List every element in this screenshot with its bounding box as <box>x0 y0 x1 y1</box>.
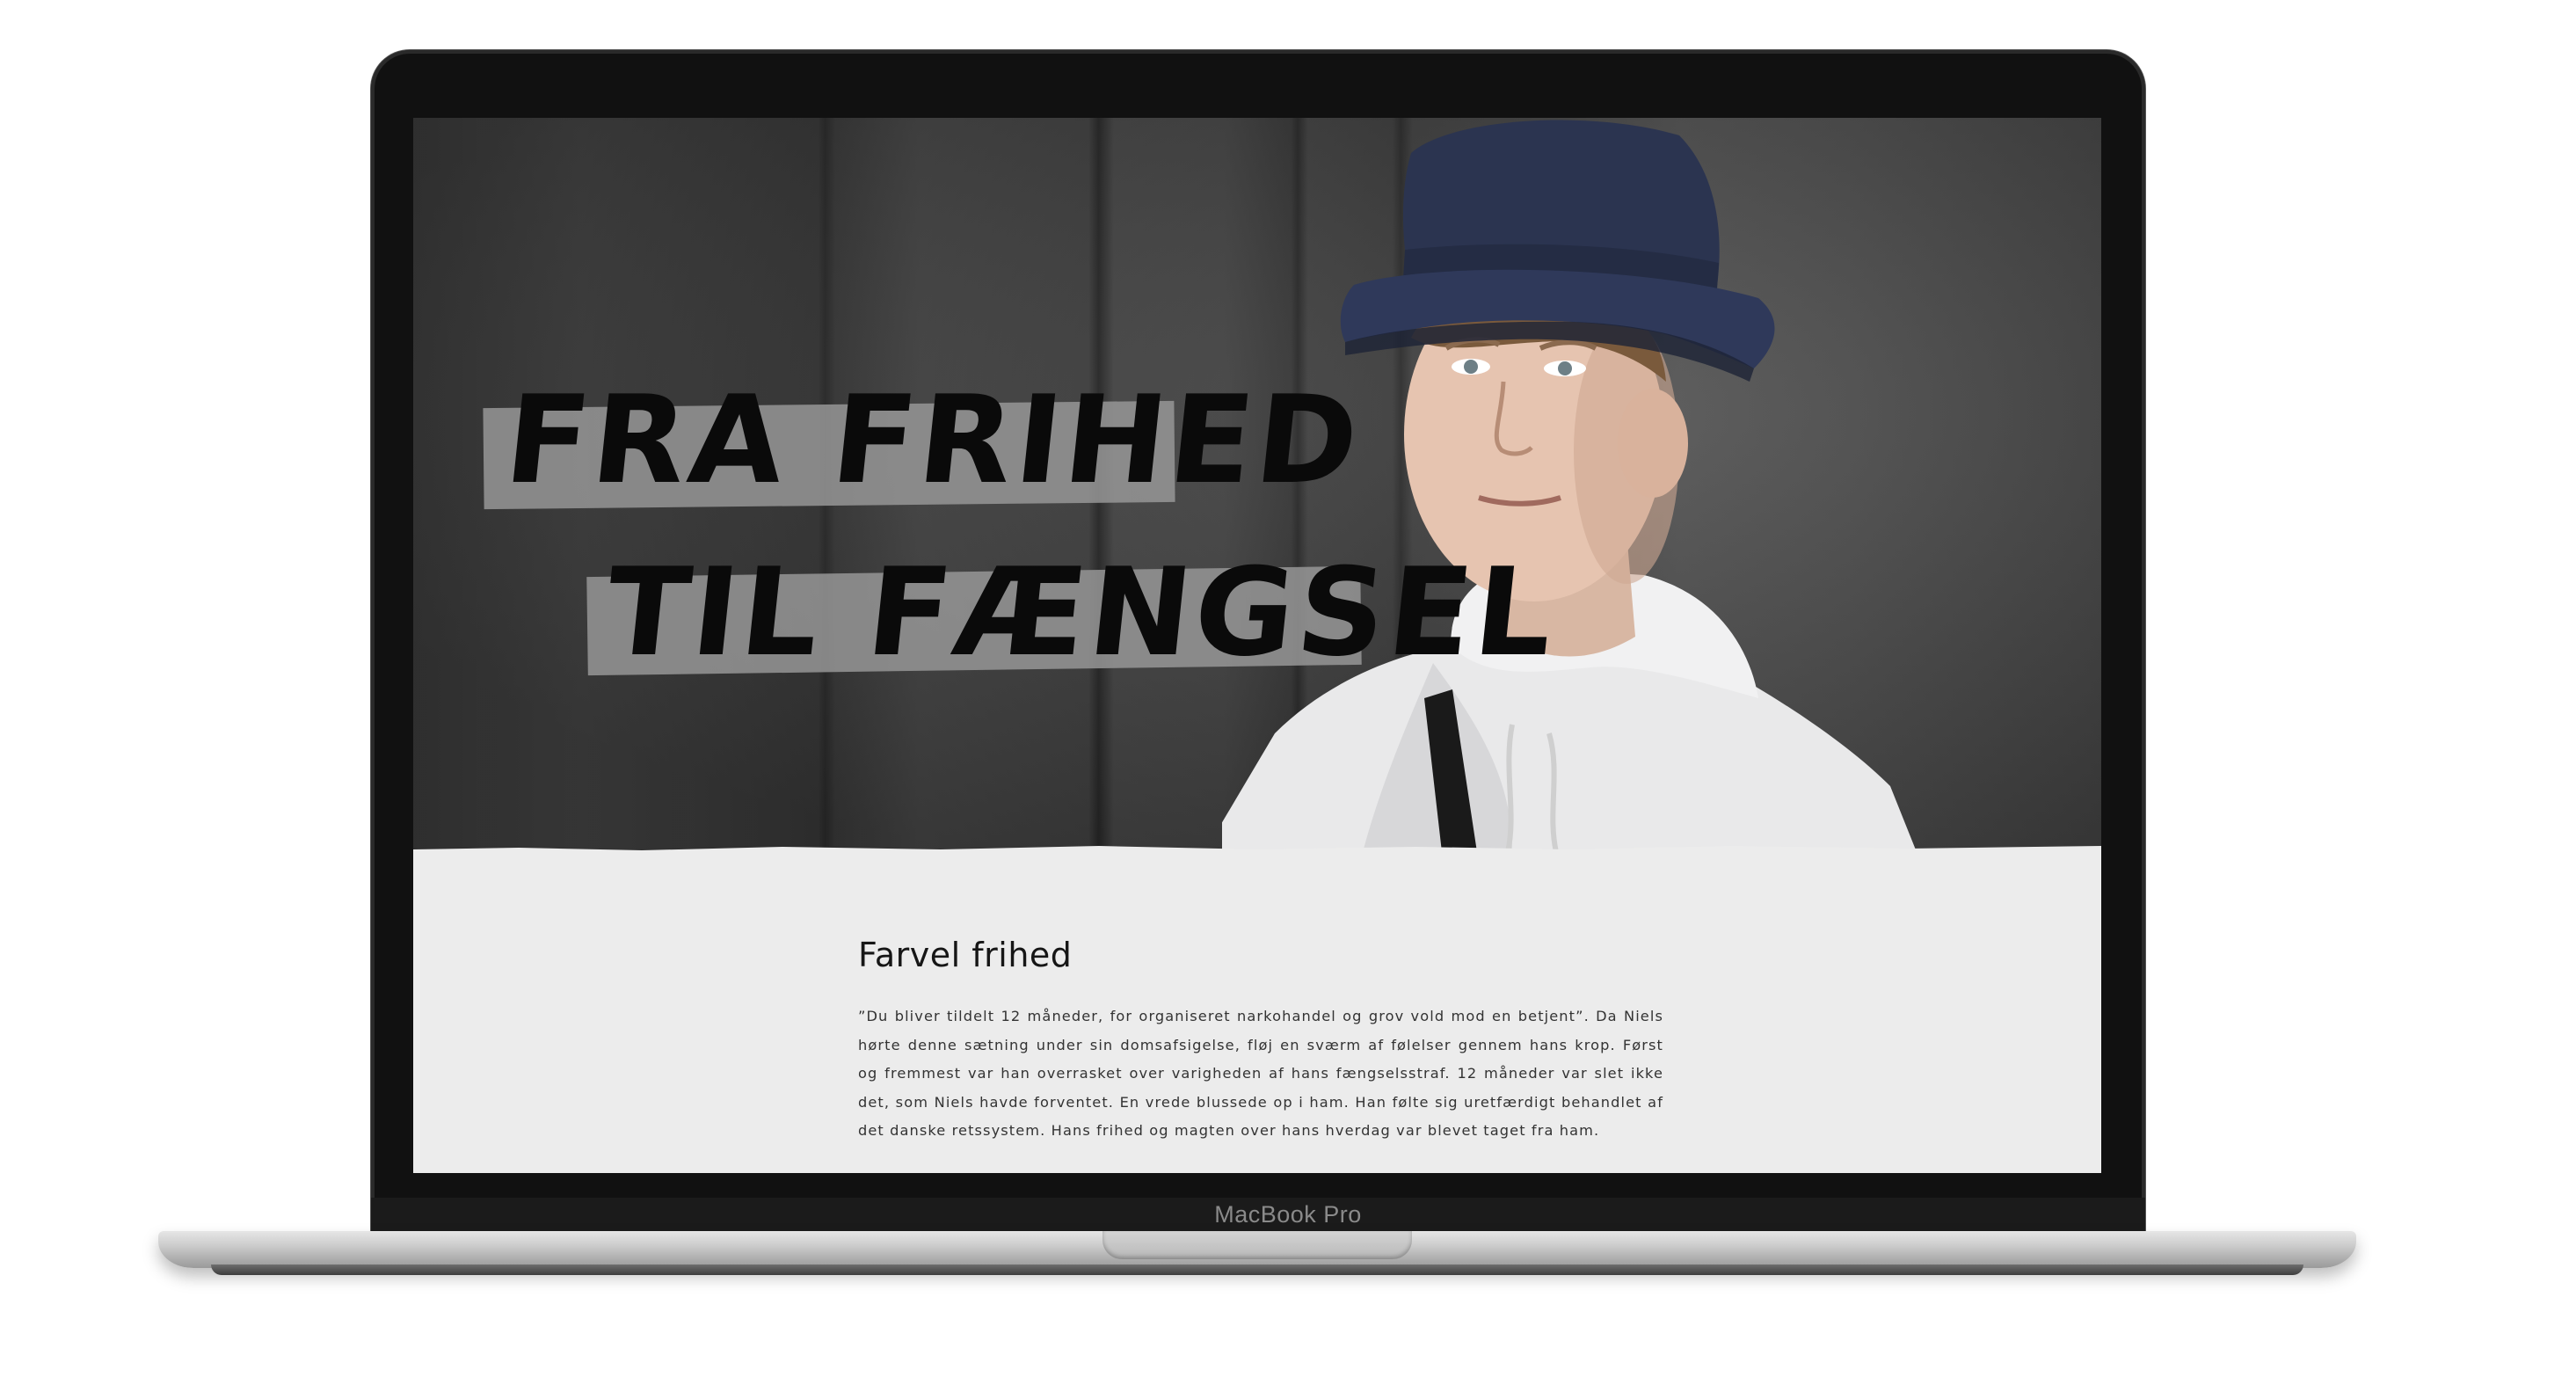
mockup-stage: MacBook Pro FRA FRIHED TIL FÆNGSEL Farve… <box>0 0 2576 1392</box>
article-section: Farvel frihed ”Du bliver tildelt 12 måne… <box>858 936 1663 1146</box>
article-title: Farvel frihed <box>858 936 1073 974</box>
hero-banner: FRA FRIHED TIL FÆNGSEL <box>413 118 2101 852</box>
torn-paper-edge <box>413 846 2101 852</box>
laptop-screen: FRA FRIHED TIL FÆNGSEL Farvel frihed ”Du… <box>413 118 2101 1173</box>
headline-line-1: FRA FRIHED <box>483 369 1368 511</box>
iris <box>1464 360 1478 374</box>
laptop-base-shadow <box>211 1264 2303 1275</box>
ear <box>1618 389 1688 498</box>
iris <box>1558 361 1572 375</box>
device-brand-label: MacBook Pro <box>1214 1201 1362 1228</box>
article-body: ”Du bliver tildelt 12 måneder, for organ… <box>858 1008 1663 1139</box>
headline-text-2: TIL FÆNGSEL <box>599 542 1564 683</box>
headline-text-1: FRA FRIHED <box>498 369 1369 511</box>
headline-line-2: TIL FÆNGSEL <box>484 542 1563 683</box>
hero-headline: FRA FRIHED TIL FÆNGSEL <box>483 369 1563 711</box>
laptop-opening-notch <box>1102 1231 1412 1259</box>
drawstring <box>1505 724 1515 852</box>
